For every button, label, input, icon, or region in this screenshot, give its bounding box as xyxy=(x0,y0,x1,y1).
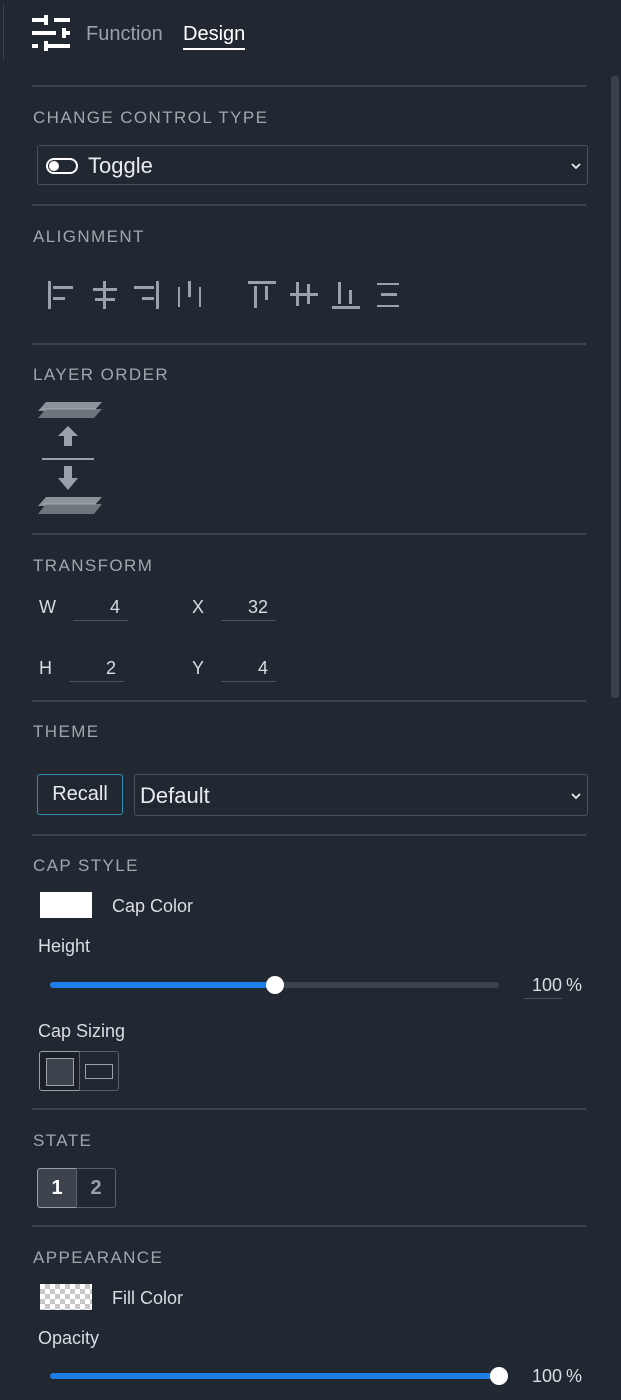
cap-height-unit: % xyxy=(566,975,583,995)
send-backward-icon[interactable] xyxy=(36,464,104,520)
align-right-icon[interactable] xyxy=(130,278,162,312)
section-title-cap-style: CAP STYLE xyxy=(33,856,139,875)
section-title-alignment: ALIGNMENT xyxy=(33,227,145,246)
recall-button[interactable]: Recall xyxy=(37,774,123,815)
opacity-slider-thumb[interactable] xyxy=(490,1367,508,1385)
scrollbar[interactable] xyxy=(611,76,619,698)
height-input[interactable]: 2 xyxy=(69,656,124,682)
control-type-select[interactable]: Toggle xyxy=(37,145,588,185)
align-bottom-icon[interactable] xyxy=(330,278,362,312)
chevron-down-icon xyxy=(571,163,581,170)
section-title-state: STATE xyxy=(33,1131,93,1150)
section-divider xyxy=(32,1225,586,1227)
align-left-icon[interactable] xyxy=(44,278,76,312)
cap-color-label: Cap Color xyxy=(112,896,194,916)
cap-height-slider-fill xyxy=(50,982,275,988)
control-type-value: Toggle xyxy=(88,153,153,178)
cap-height-slider-thumb[interactable] xyxy=(265,976,284,994)
height-label: H xyxy=(39,658,52,678)
sliders-icon[interactable] xyxy=(30,14,72,52)
cap-height-label: Height xyxy=(38,936,91,956)
wide-size-icon xyxy=(85,1064,113,1079)
distribute-vertical-icon[interactable] xyxy=(372,278,404,312)
cap-height-value[interactable]: 100 xyxy=(524,975,562,999)
state-option-1[interactable]: 1 xyxy=(37,1168,77,1208)
y-label: Y xyxy=(192,658,205,678)
section-title-layer-order: LAYER ORDER xyxy=(33,365,170,384)
section-title-change-control-type: CHANGE CONTROL TYPE xyxy=(33,108,269,127)
vertical-align-group xyxy=(246,278,416,314)
chevron-down-icon xyxy=(571,793,581,800)
tab-function[interactable]: Function xyxy=(86,22,163,46)
theme-value: Default xyxy=(140,783,210,808)
opacity-value[interactable]: 100 xyxy=(524,1366,562,1389)
cap-color-swatch[interactable] xyxy=(40,892,92,918)
section-divider xyxy=(32,343,586,345)
x-input[interactable]: 32 xyxy=(221,595,276,621)
active-tab-underline xyxy=(183,48,246,50)
opacity-label: Opacity xyxy=(38,1328,100,1348)
bring-forward-icon[interactable] xyxy=(36,398,104,460)
horizontal-align-group xyxy=(44,278,214,314)
fill-color-swatch[interactable] xyxy=(40,1284,92,1310)
width-label: W xyxy=(39,597,56,617)
header-divider xyxy=(3,4,4,60)
toggle-switch-icon xyxy=(46,158,78,174)
opacity-slider-fill xyxy=(50,1373,499,1379)
section-title-theme: THEME xyxy=(33,722,100,741)
y-input[interactable]: 4 xyxy=(221,656,276,682)
section-divider xyxy=(32,204,586,206)
theme-select[interactable]: Default xyxy=(134,774,588,816)
align-top-icon[interactable] xyxy=(246,278,278,312)
tab-design[interactable]: Design xyxy=(183,22,246,50)
section-divider xyxy=(32,533,586,535)
section-title-transform: TRANSFORM xyxy=(33,556,154,575)
align-center-horizontal-icon[interactable] xyxy=(88,278,120,312)
tab-design-label: Design xyxy=(183,23,246,45)
section-divider xyxy=(32,85,586,87)
cap-height-slider[interactable] xyxy=(50,976,499,994)
cap-sizing-label: Cap Sizing xyxy=(38,1021,126,1041)
section-divider xyxy=(32,834,586,836)
opacity-slider[interactable] xyxy=(50,1367,508,1385)
width-input[interactable]: 4 xyxy=(73,595,128,621)
section-divider xyxy=(32,1108,586,1110)
cap-sizing-square-button[interactable] xyxy=(39,1051,80,1091)
x-label: X xyxy=(192,597,205,617)
section-title-appearance: APPEARANCE xyxy=(33,1248,164,1267)
distribute-horizontal-icon[interactable] xyxy=(172,278,204,312)
panel-header: Function Design xyxy=(0,0,621,66)
section-divider xyxy=(32,700,586,702)
fill-color-label: Fill Color xyxy=(112,1288,184,1308)
opacity-unit: % xyxy=(566,1366,583,1386)
align-center-vertical-icon[interactable] xyxy=(288,278,320,312)
cap-sizing-wide-button[interactable] xyxy=(79,1051,119,1091)
state-option-2[interactable]: 2 xyxy=(76,1168,116,1208)
square-size-icon xyxy=(46,1058,74,1086)
